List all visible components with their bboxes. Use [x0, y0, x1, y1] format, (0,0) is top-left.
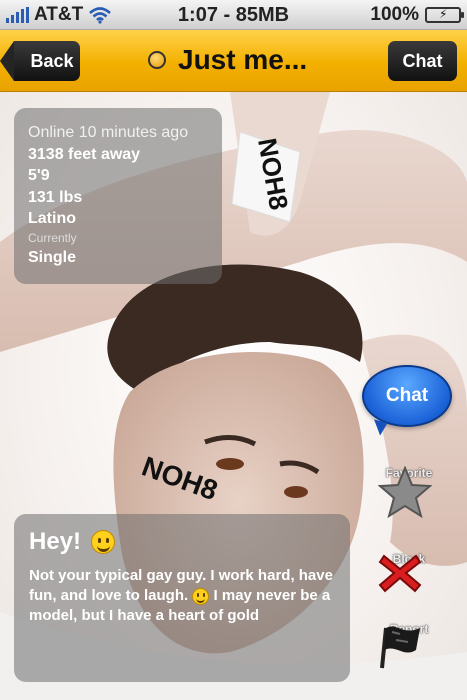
bio-headline-text: Hey! — [29, 528, 82, 555]
profile-title: Just me... — [148, 44, 307, 76]
ethnicity: Latino — [28, 210, 76, 227]
online-status-icon — [148, 51, 166, 69]
status-bar: AT&T 1:07 - 85MB 100% ⚡ — [0, 0, 467, 30]
chat-nav-button[interactable]: Chat — [388, 41, 457, 81]
relationship-status: Single — [28, 248, 77, 266]
smiley-emoji-icon — [91, 530, 116, 554]
bio-text: Not your typical gay guy. I work hard, h… — [29, 566, 335, 626]
profile-info-panel: Online 10 minutes ago 3138 feet away 5'9… — [14, 108, 222, 284]
back-button[interactable]: Back — [0, 41, 80, 81]
battery-percent: 100% — [370, 4, 419, 25]
block-action[interactable]: Block — [378, 552, 440, 593]
height: 5'9 — [28, 167, 50, 184]
report-action[interactable]: Report — [378, 622, 440, 669]
profile-name: Just me... — [178, 44, 308, 75]
flag-icon — [380, 626, 420, 669]
block-x-icon — [378, 554, 422, 593]
currently-label: Currently — [28, 230, 77, 245]
bio-panel: Hey! Not your typical gay guy. I work ha… — [14, 514, 350, 682]
chat-bubble-button[interactable]: Chat — [362, 365, 452, 427]
online-status: Online 10 minutes ago — [28, 124, 189, 141]
battery-icon: ⚡ — [425, 7, 464, 23]
distance: 3138 feet away — [28, 145, 141, 163]
bio-headline: Hey! — [29, 528, 335, 556]
winking-emoji-icon — [192, 587, 210, 605]
star-icon — [378, 466, 432, 518]
favorite-action[interactable]: Favorite — [378, 466, 440, 518]
navigation-bar: Back Just me... Chat — [0, 30, 467, 92]
weight: 131 lbs — [28, 188, 83, 206]
battery-status: 100% ⚡ — [370, 4, 464, 26]
